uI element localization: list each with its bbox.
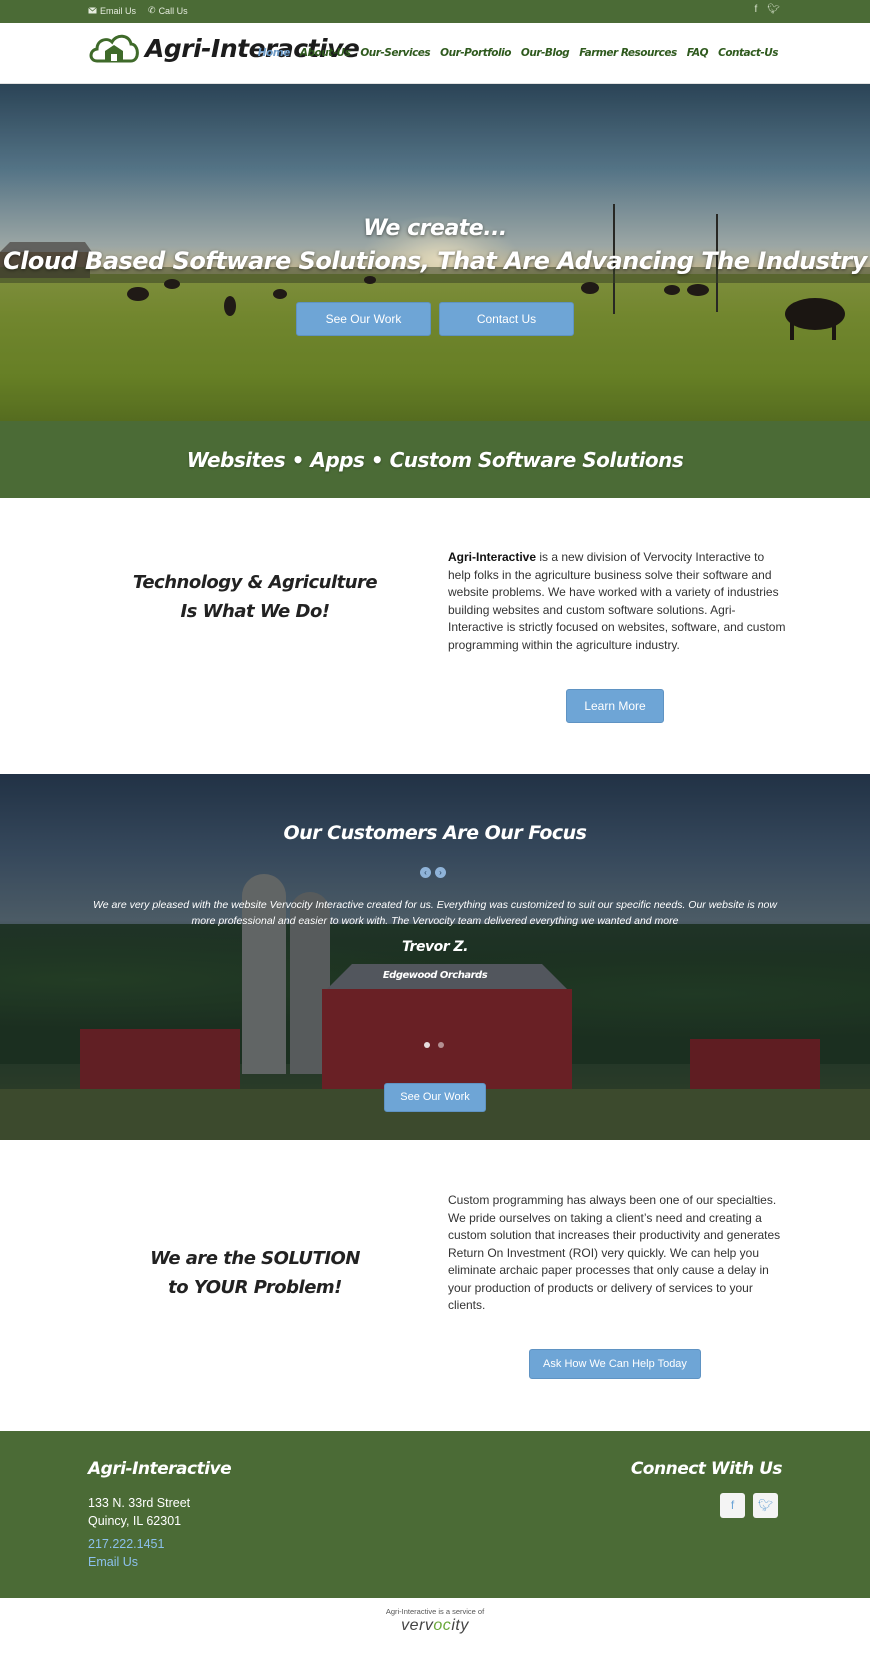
testimonial-author: Trevor Z. bbox=[402, 939, 468, 955]
hero-see-our-work-button[interactable]: See Our Work bbox=[296, 302, 431, 336]
footer-email-link[interactable]: Email Us bbox=[88, 1555, 138, 1569]
about-paragraph-text: is a new division of Vervocity Interacti… bbox=[448, 550, 786, 652]
main-nav: Home About-Us Our-Services Our-Portfolio… bbox=[258, 47, 779, 59]
nav-farmer-resources[interactable]: Farmer Resources bbox=[579, 47, 677, 59]
nav-contact-us[interactable]: Contact-Us bbox=[718, 47, 778, 59]
vervocity-logo-end: ity bbox=[451, 1617, 469, 1634]
email-us-link[interactable]: Email Us bbox=[88, 5, 136, 16]
footer-social-links: f 🐦︎ bbox=[720, 1493, 778, 1518]
testimonial-section: Our Customers Are Our Focus ‹ › We are v… bbox=[0, 774, 870, 1140]
services-band: Websites • Apps • Custom Software Soluti… bbox=[0, 421, 870, 498]
carousel-dot-1[interactable] bbox=[424, 1042, 430, 1048]
testimonial-title: Our Customers Are Our Focus bbox=[283, 822, 587, 844]
nav-home[interactable]: Home bbox=[258, 47, 291, 59]
nav-about-us[interactable]: About-Us bbox=[300, 47, 351, 59]
about-heading-line2: Is What We Do! bbox=[180, 601, 330, 622]
footer-address-line2: Quincy, IL 62301 bbox=[88, 1514, 182, 1528]
ask-how-we-can-help-button[interactable]: Ask How We Can Help Today bbox=[529, 1349, 701, 1379]
about-heading: Technology & Agriculture Is What We Do! bbox=[130, 568, 380, 626]
service-credit-note: Agri-Interactive is a service of bbox=[385, 1607, 485, 1616]
nav-our-portfolio[interactable]: Our-Portfolio bbox=[440, 47, 511, 59]
about-paragraph: Agri-Interactive is a new division of Ve… bbox=[448, 549, 786, 654]
carousel-dot-2[interactable] bbox=[438, 1042, 444, 1048]
facebook-icon[interactable]: f bbox=[755, 4, 758, 15]
cloud-barn-icon bbox=[89, 34, 139, 63]
about-heading-line1: Technology & Agriculture bbox=[132, 572, 378, 593]
envelope-icon bbox=[88, 7, 97, 14]
phone-icon: ✆ bbox=[148, 5, 156, 15]
vervocity-logo[interactable]: vervocity bbox=[0, 1617, 870, 1635]
top-contact-links: Email Us ✆ Call Us bbox=[88, 5, 188, 16]
vervocity-logo-mid: oc bbox=[433, 1617, 452, 1634]
nav-faq[interactable]: FAQ bbox=[687, 47, 709, 59]
about-brand-name: Agri-Interactive bbox=[448, 550, 537, 564]
testimonial-see-our-work-button[interactable]: See Our Work bbox=[384, 1083, 486, 1112]
site-header: Agri-Interactive Home About-Us Our-Servi… bbox=[0, 23, 870, 84]
hero-contact-us-button[interactable]: Contact Us bbox=[439, 302, 574, 336]
hero-heading-line2: Cloud Based Software Solutions, That Are… bbox=[3, 247, 867, 275]
footer-brand: Agri-Interactive bbox=[88, 1459, 232, 1479]
nav-our-blog[interactable]: Our-Blog bbox=[521, 47, 570, 59]
solution-heading-line2: to YOUR Problem! bbox=[168, 1277, 342, 1298]
top-social-links: f 🐦︎ bbox=[755, 4, 780, 15]
nav-our-services[interactable]: Our-Services bbox=[360, 47, 430, 59]
testimonial-arrows: ‹ › bbox=[420, 867, 446, 878]
hero-banner: We create... Cloud Based Software Soluti… bbox=[0, 84, 870, 421]
footer-connect-title: Connect With Us bbox=[630, 1459, 783, 1479]
solution-heading: We are the SOLUTION to YOUR Problem! bbox=[130, 1244, 380, 1302]
solution-heading-line1: We are the SOLUTION bbox=[150, 1248, 360, 1269]
twitter-icon[interactable]: 🐦︎ bbox=[753, 1493, 778, 1518]
twitter-icon[interactable]: 🐦︎ bbox=[767, 4, 780, 15]
learn-more-button[interactable]: Learn More bbox=[566, 689, 664, 723]
top-bar: Email Us ✆ Call Us f 🐦︎ bbox=[0, 0, 870, 23]
email-us-label: Email Us bbox=[100, 5, 137, 16]
facebook-icon[interactable]: f bbox=[720, 1493, 745, 1518]
carousel-dots bbox=[424, 1042, 444, 1048]
vervocity-logo-start: verv bbox=[401, 1617, 434, 1634]
call-us-link[interactable]: ✆ Call Us bbox=[148, 5, 188, 16]
hero-heading-line1: We create... bbox=[363, 216, 507, 241]
footer-address-line1: 133 N. 33rd Street bbox=[88, 1496, 191, 1510]
site-footer: Agri-Interactive 133 N. 33rd Street Quin… bbox=[0, 1431, 870, 1598]
testimonial-company: Edgewood Orchards bbox=[382, 970, 488, 981]
footer-phone-link[interactable]: 217.222.1451 bbox=[88, 1537, 164, 1551]
solution-paragraph: Custom programming has always been one o… bbox=[448, 1193, 781, 1312]
services-band-title: Websites • Apps • Custom Software Soluti… bbox=[186, 448, 684, 472]
previous-arrow-icon[interactable]: ‹ bbox=[420, 867, 431, 878]
call-us-label: Call Us bbox=[158, 5, 188, 16]
next-arrow-icon[interactable]: › bbox=[435, 867, 446, 878]
testimonial-quote: We are very pleased with the website Ver… bbox=[93, 899, 777, 927]
